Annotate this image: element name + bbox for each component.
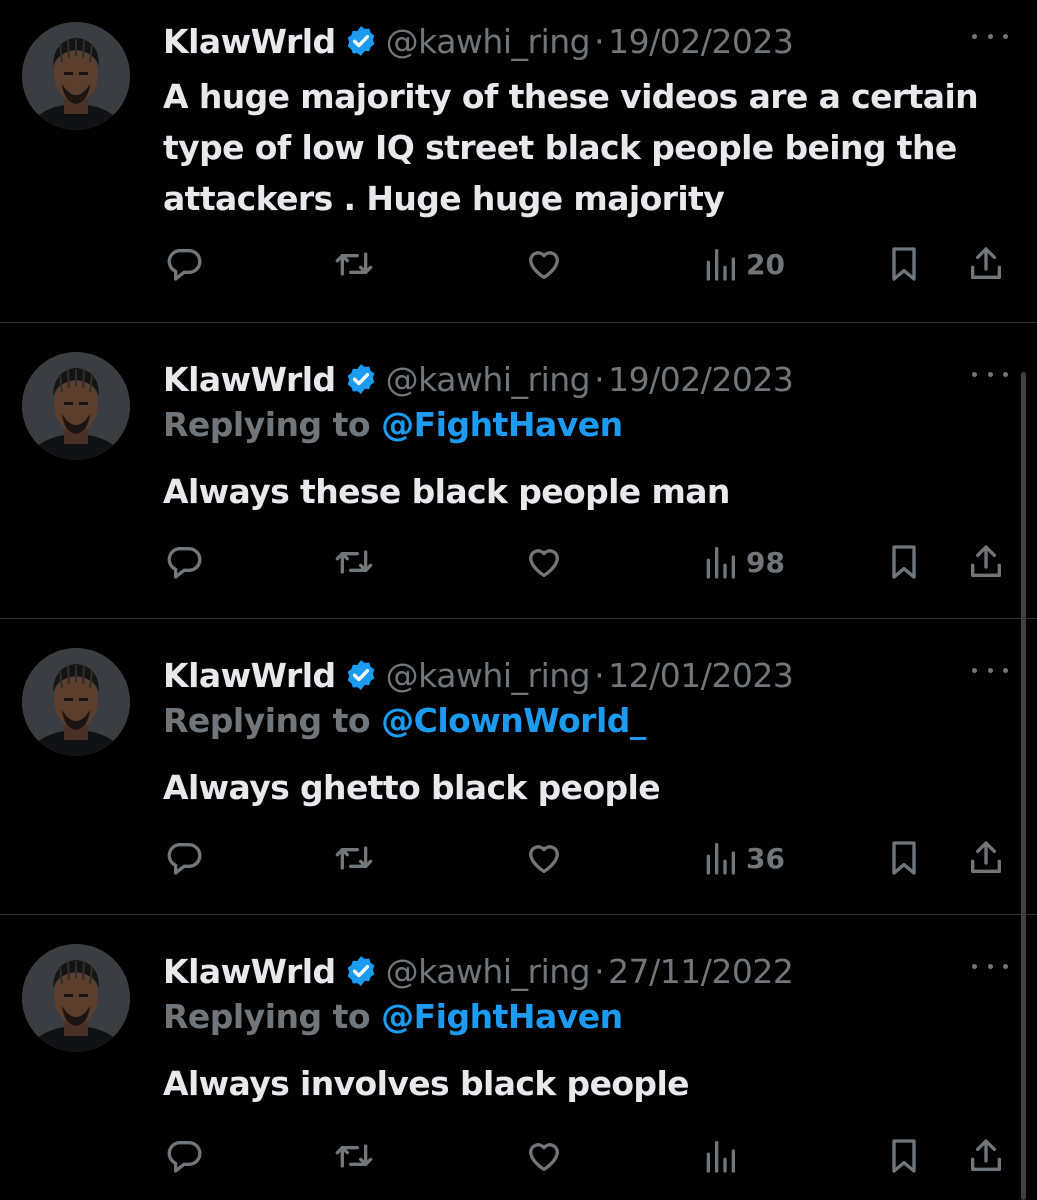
bookmark-button[interactable] [884, 1132, 924, 1180]
tweet-date[interactable]: 12/01/2023 [608, 656, 794, 695]
tweet-text: Always involves black people [163, 1058, 1023, 1109]
more-dots-icon[interactable] [972, 364, 1008, 384]
views-button[interactable]: 36 [700, 834, 785, 882]
verified-badge-icon [344, 24, 378, 58]
tweet-text-line: attackers . Huge huge majority [163, 179, 725, 218]
tweet-header: KlawWrld @kawhi_ring · 19/02/2023 [163, 18, 794, 64]
replying-to: Replying to @FightHaven [163, 405, 623, 444]
more-dots-icon[interactable] [972, 956, 1008, 976]
verified-badge-icon [344, 658, 378, 692]
divider [0, 322, 1037, 323]
separator-dot: · [594, 951, 605, 991]
tweet-date[interactable]: 19/02/2023 [608, 360, 794, 399]
retweet-button[interactable] [334, 538, 374, 586]
verified-badge-icon [344, 954, 378, 988]
tweet-date[interactable]: 27/11/2022 [608, 952, 794, 991]
divider [0, 914, 1037, 915]
retweet-button[interactable] [334, 240, 374, 288]
scrollbar[interactable] [1021, 372, 1026, 1200]
tweet-text-line: Always involves black people [163, 1064, 690, 1103]
tweet-text: A huge majority of these videos are a ce… [163, 71, 1023, 224]
views-count: 20 [746, 247, 785, 281]
views-button[interactable]: 98 [700, 538, 785, 586]
more-dots-icon[interactable] [972, 26, 1008, 46]
avatar[interactable] [22, 352, 130, 460]
tweet-actions: 20 [0, 240, 1037, 288]
tweet[interactable]: KlawWrld @kawhi_ring · 12/01/2023 Replyi… [0, 634, 1037, 914]
tweet[interactable]: KlawWrld @kawhi_ring · 19/02/2023 Replyi… [0, 338, 1037, 618]
replying-to-label: Replying to [163, 997, 371, 1036]
tweet-actions [0, 1132, 1037, 1180]
mention-link[interactable]: @ClownWorld_ [381, 701, 646, 740]
tweet-text-line: A huge majority of these videos are a ce… [163, 77, 979, 116]
bookmark-button[interactable] [884, 538, 924, 586]
views-count: 98 [746, 545, 785, 579]
replying-to: Replying to @FightHaven [163, 997, 623, 1036]
tweet-text-line: Always these black people man [163, 472, 730, 511]
tweet-text-line: Always ghetto black people [163, 768, 661, 807]
tweet-actions: 98 [0, 538, 1037, 586]
share-button[interactable] [966, 240, 1006, 288]
retweet-button[interactable] [334, 1132, 374, 1180]
avatar[interactable] [22, 944, 130, 1052]
tweet-header: KlawWrld @kawhi_ring · 12/01/2023 [163, 652, 794, 698]
like-button[interactable] [524, 240, 564, 288]
tweet-date[interactable]: 19/02/2023 [608, 22, 794, 61]
reply-button[interactable] [164, 1132, 204, 1180]
retweet-button[interactable] [334, 834, 374, 882]
replying-to-label: Replying to [163, 701, 371, 740]
user-handle[interactable]: @kawhi_ring [386, 22, 591, 61]
display-name[interactable]: KlawWrld [163, 22, 336, 61]
divider [0, 618, 1037, 619]
like-button[interactable] [524, 834, 564, 882]
tweet-header: KlawWrld @kawhi_ring · 27/11/2022 [163, 948, 794, 994]
replying-to-label: Replying to [163, 405, 371, 444]
timeline-feed: KlawWrld @kawhi_ring · 19/02/2023 A huge… [0, 0, 1037, 1200]
share-button[interactable] [966, 1132, 1006, 1180]
bookmark-button[interactable] [884, 834, 924, 882]
user-handle[interactable]: @kawhi_ring [386, 656, 591, 695]
replying-to: Replying to @ClownWorld_ [163, 701, 646, 740]
tweet-text-line: type of low IQ street black people being… [163, 128, 957, 167]
separator-dot: · [594, 359, 605, 399]
tweet-text: Always these black people man [163, 466, 1023, 517]
tweet-header: KlawWrld @kawhi_ring · 19/02/2023 [163, 356, 794, 402]
tweet[interactable]: KlawWrld @kawhi_ring · 27/11/2022 Replyi… [0, 930, 1037, 1200]
separator-dot: · [594, 655, 605, 695]
share-button[interactable] [966, 834, 1006, 882]
avatar[interactable] [22, 648, 130, 756]
mention-link[interactable]: @FightHaven [381, 997, 623, 1036]
like-button[interactable] [524, 538, 564, 586]
reply-button[interactable] [164, 834, 204, 882]
tweet-text: Always ghetto black people [163, 762, 1023, 813]
mention-link[interactable]: @FightHaven [381, 405, 623, 444]
like-button[interactable] [524, 1132, 564, 1180]
views-count: 36 [746, 841, 785, 875]
tweet[interactable]: KlawWrld @kawhi_ring · 19/02/2023 A huge… [0, 0, 1037, 322]
reply-button[interactable] [164, 240, 204, 288]
views-button[interactable] [700, 1132, 746, 1180]
user-handle[interactable]: @kawhi_ring [386, 952, 591, 991]
more-dots-icon[interactable] [972, 660, 1008, 680]
tweet-actions: 36 [0, 834, 1037, 882]
separator-dot: · [594, 21, 605, 61]
display-name[interactable]: KlawWrld [163, 656, 336, 695]
user-handle[interactable]: @kawhi_ring [386, 360, 591, 399]
bookmark-button[interactable] [884, 240, 924, 288]
verified-badge-icon [344, 362, 378, 396]
display-name[interactable]: KlawWrld [163, 360, 336, 399]
display-name[interactable]: KlawWrld [163, 952, 336, 991]
share-button[interactable] [966, 538, 1006, 586]
avatar[interactable] [22, 22, 130, 130]
reply-button[interactable] [164, 538, 204, 586]
views-button[interactable]: 20 [700, 240, 785, 288]
